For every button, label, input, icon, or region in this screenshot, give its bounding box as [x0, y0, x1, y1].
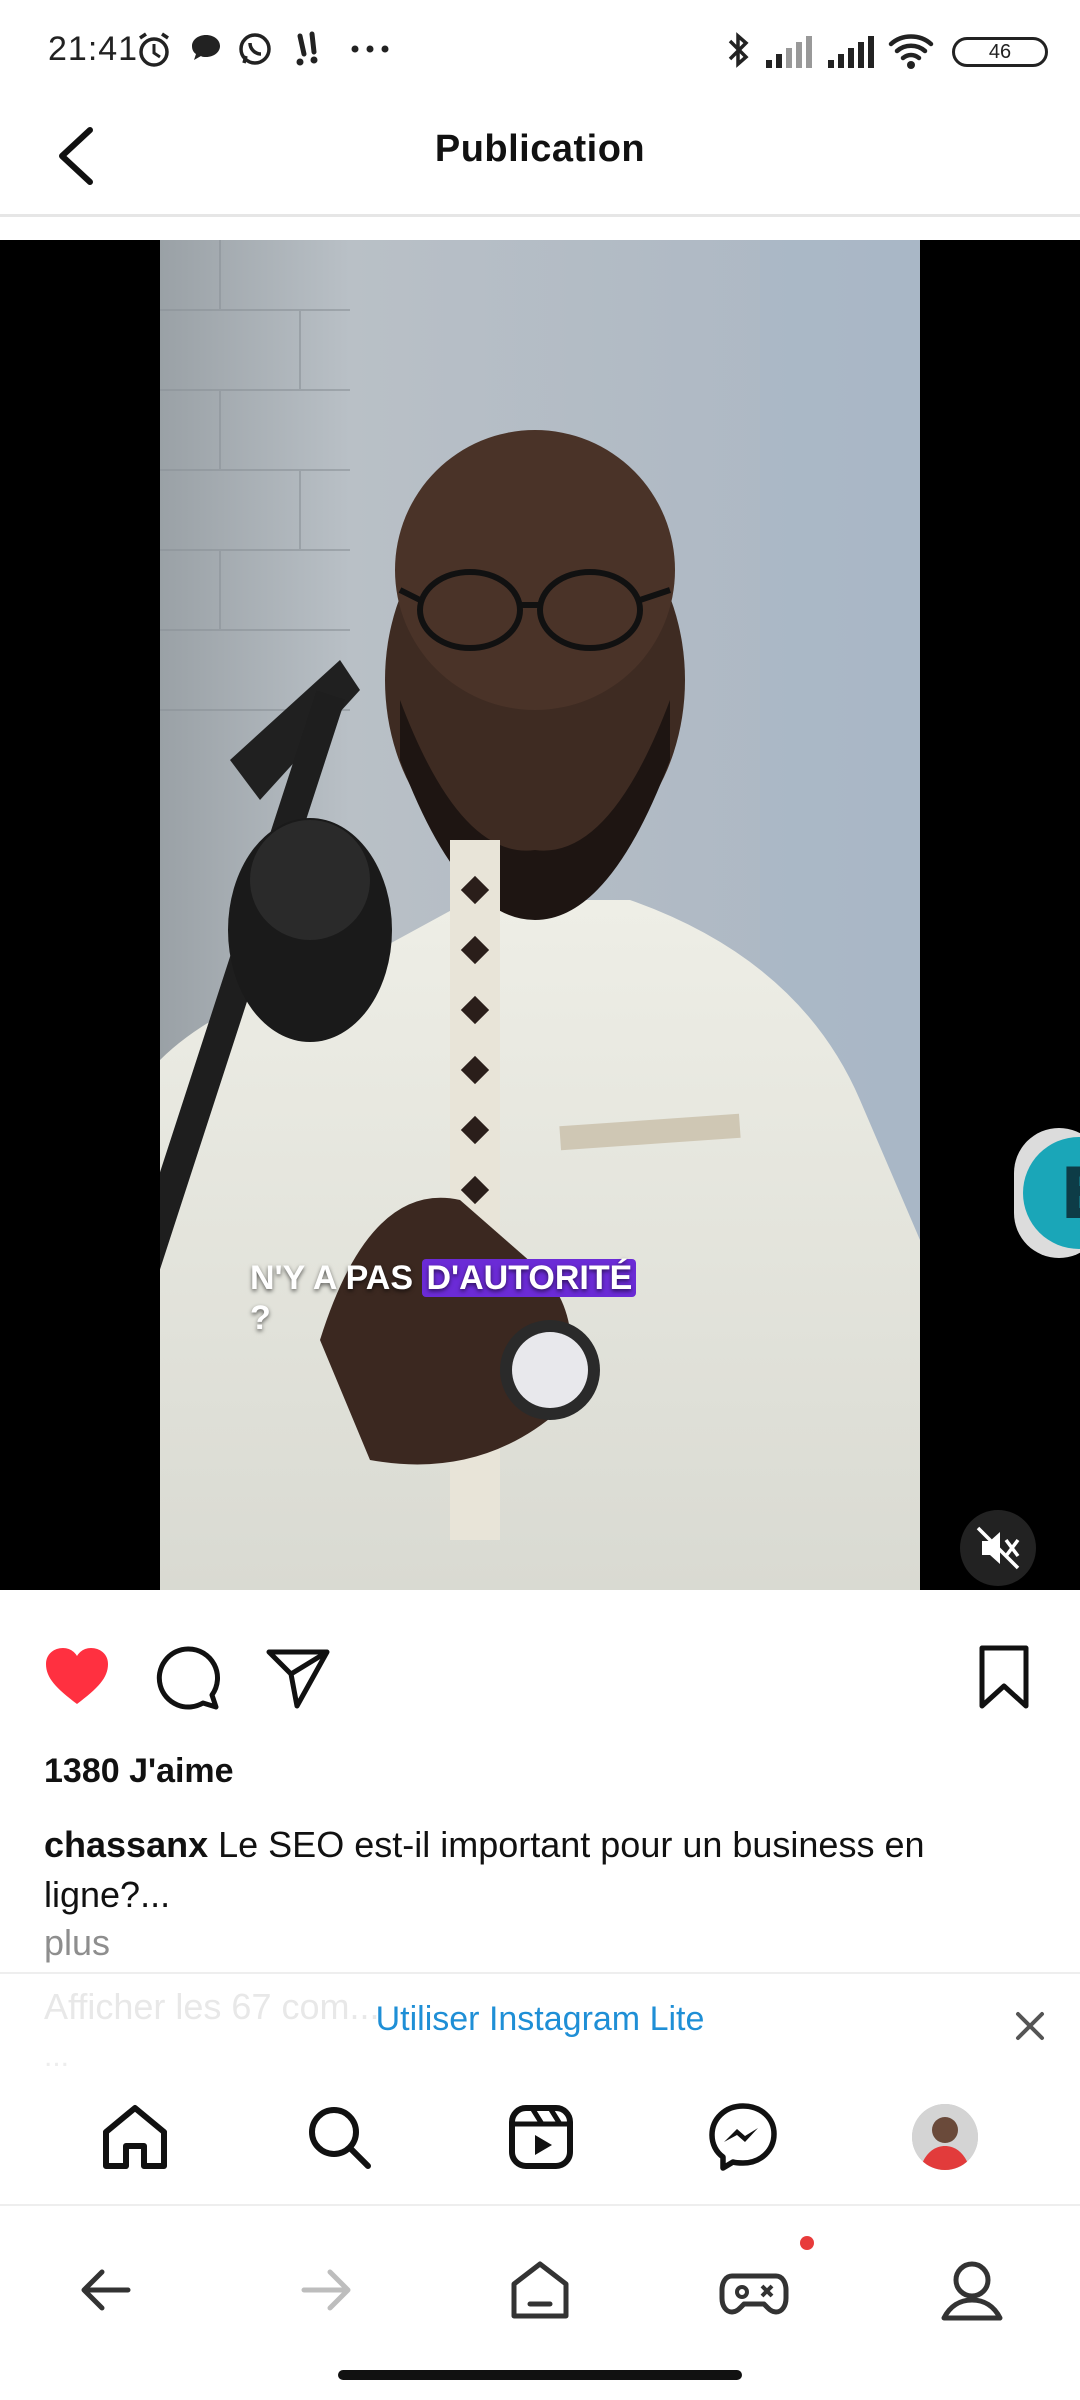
video-frame[interactable]	[160, 240, 920, 1590]
account-icon[interactable]	[936, 2254, 1008, 2326]
post-username[interactable]: chassanx	[44, 1824, 208, 1865]
share-send-icon[interactable]	[264, 1644, 332, 1712]
video-caption: N'Y A PAS D'AUTORITÉ ?	[250, 1258, 637, 1338]
close-icon[interactable]	[1012, 2008, 1048, 2044]
post-time: ...	[44, 2040, 70, 2072]
status-time: 21:41	[48, 30, 139, 68]
heart-filled-icon[interactable]	[42, 1644, 112, 1708]
floating-bubble-graphic: E	[1023, 1137, 1080, 1249]
comment-icon[interactable]	[154, 1644, 222, 1712]
bluetooth-icon	[728, 32, 749, 68]
more-link[interactable]: plus	[44, 1922, 110, 1964]
caption-text-line2: ?	[250, 1299, 271, 1337]
signal-icon	[766, 36, 812, 68]
wifi-icon	[888, 34, 934, 69]
status-bar: 21:41 46	[0, 0, 1080, 100]
notification-dot	[800, 2236, 814, 2250]
volume-muted-icon	[976, 1526, 1020, 1570]
bookmark-icon[interactable]	[976, 1644, 1032, 1712]
games-icon[interactable]	[718, 2254, 790, 2326]
reels-icon[interactable]	[504, 2100, 578, 2174]
signal-icon	[828, 36, 874, 68]
more-dots-icon	[351, 45, 389, 53]
use-instagram-lite-button[interactable]: Utiliser Instagram Lite	[0, 2000, 1080, 2039]
profile-avatar[interactable]	[912, 2104, 978, 2170]
post-video[interactable]: N'Y A PAS D'AUTORITÉ ? E	[0, 240, 1080, 1590]
home-tab-icon[interactable]	[504, 2254, 576, 2326]
home-icon[interactable]	[98, 2100, 172, 2174]
avatar-image	[912, 2104, 978, 2170]
mute-button[interactable]	[960, 1510, 1036, 1586]
browser-nav-bar	[0, 2206, 1080, 2400]
like-count[interactable]: 1380 J'aime	[44, 1752, 234, 1791]
post-actions	[0, 1590, 1080, 1760]
post-caption: chassanx Le SEO est-il important pour un…	[44, 1820, 1034, 1920]
video-still	[160, 240, 920, 1590]
home-indicator[interactable]	[338, 2370, 742, 2380]
chat-bubble-icon	[192, 35, 220, 60]
battery-level: 46	[988, 41, 1012, 63]
search-icon[interactable]	[302, 2100, 376, 2174]
battery-icon: 46	[952, 37, 1048, 67]
forward-arrow-icon[interactable]	[288, 2254, 360, 2326]
whatsapp-icon	[239, 33, 271, 65]
instagram-tab-bar	[0, 2070, 1080, 2206]
page-title: Publication	[434, 128, 646, 170]
floating-bubble-letter: E	[1060, 1153, 1080, 1235]
back-arrow-icon[interactable]	[72, 2254, 144, 2326]
notification-icon	[296, 31, 318, 66]
instagram-lite-banner: Afficher les 67 com... ... Utiliser Inst…	[0, 1972, 1080, 2072]
caption-text: N'Y A PAS	[250, 1259, 423, 1297]
messenger-icon[interactable]	[706, 2100, 780, 2174]
caption-highlight: D'AUTORITÉ	[422, 1259, 637, 1297]
alarm-icon	[139, 32, 169, 67]
header: Publication	[0, 100, 1080, 217]
floating-bubble[interactable]: E	[1014, 1128, 1080, 1258]
